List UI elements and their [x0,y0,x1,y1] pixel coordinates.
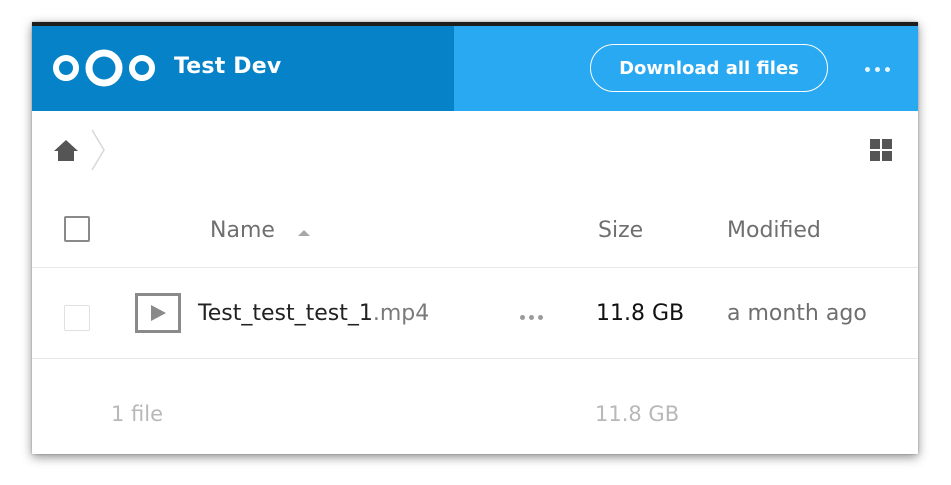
summary-file-count: 1 file [111,402,164,426]
row-divider [32,358,918,359]
grid-view-icon[interactable] [869,138,893,162]
file-size: 11.8 GB [596,301,685,326]
file-name[interactable]: Test_test_test_1.mp4 [198,301,429,326]
nextcloud-logo[interactable] [52,48,156,88]
share-title: Test Dev [174,54,282,79]
download-all-button[interactable]: Download all files [590,44,828,92]
public-share-window: Test Dev Download all files Name Size Mo… [32,22,918,454]
column-header-modified[interactable]: Modified [727,218,821,243]
select-all-checkbox[interactable] [64,216,90,242]
header-divider [32,267,918,268]
summary-total-size: 11.8 GB [595,402,680,426]
file-actions-icon[interactable] [520,313,548,321]
header-bar: Test Dev Download all files [32,26,918,111]
video-file-icon [135,293,181,333]
table-row[interactable]: Test_test_test_1.mp4 11.8 GB a month ago [32,271,918,361]
file-extension: .mp4 [372,301,430,326]
chevron-right-icon [91,129,105,171]
breadcrumb [52,126,106,174]
row-checkbox[interactable] [64,305,90,331]
file-name-base: Test_test_test_1 [198,301,373,326]
home-icon[interactable] [52,136,80,164]
column-header-name[interactable]: Name [210,218,275,243]
file-modified: a month ago [727,301,867,326]
more-horizontal-icon[interactable] [862,62,892,76]
column-header-size[interactable]: Size [598,218,643,243]
sort-ascending-icon[interactable] [298,230,310,236]
